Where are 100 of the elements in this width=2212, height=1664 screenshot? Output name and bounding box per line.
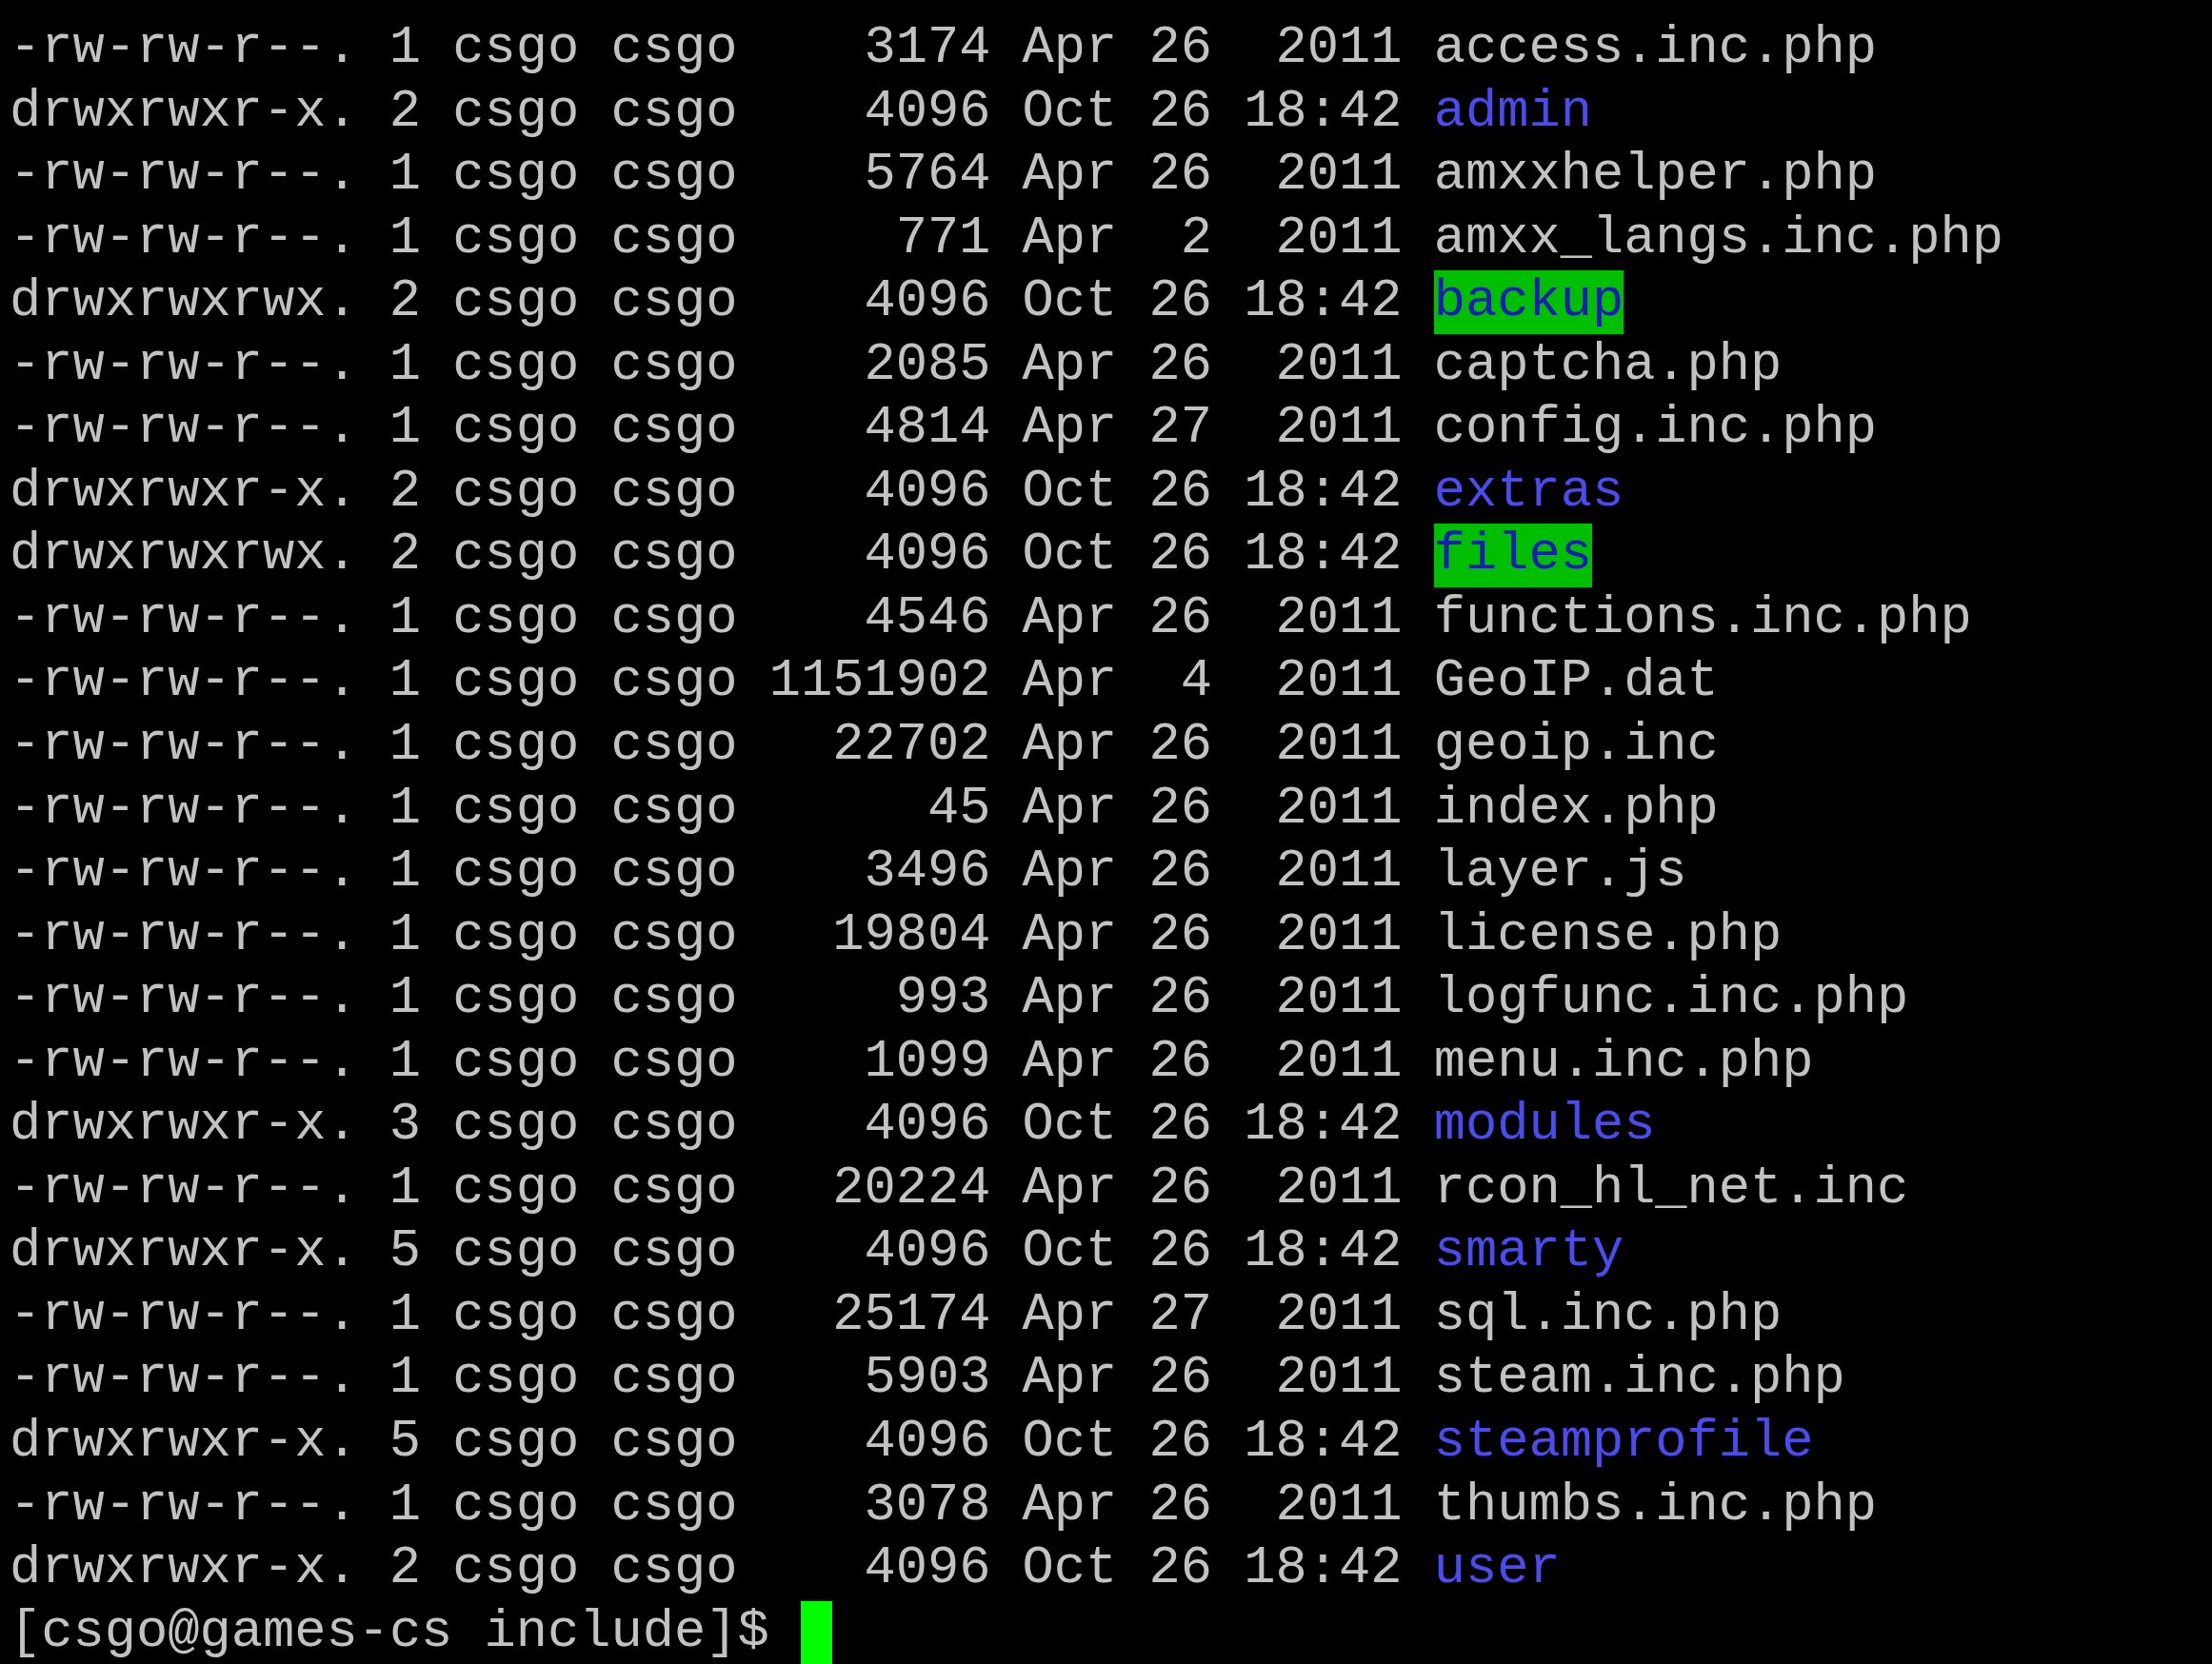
owner: csgo	[452, 270, 580, 334]
day: 26	[1148, 524, 1213, 587]
file-name: GeoIP.dat	[1433, 650, 1719, 714]
group: csgo	[610, 1157, 738, 1221]
group: csgo	[610, 586, 738, 651]
month: Oct	[1022, 1220, 1118, 1284]
permissions: -rw-rw-r--.	[10, 903, 358, 967]
owner: csgo	[452, 1220, 580, 1284]
link-count: 1	[389, 333, 422, 397]
day: 26	[1148, 1220, 1213, 1284]
directory-name: modules	[1433, 1094, 1656, 1158]
time-or-year: 2011	[1275, 903, 1403, 967]
permissions: drwxrwxr-x.	[10, 460, 358, 524]
day: 26	[1148, 1411, 1213, 1475]
directory-name: backup	[1433, 270, 1624, 334]
month: Apr	[1022, 903, 1118, 967]
file-size: 20224	[832, 1157, 991, 1220]
time-or-year: 2011	[1275, 333, 1403, 397]
group: csgo	[610, 1220, 738, 1284]
file-name: amxx_langs.inc.php	[1433, 207, 2003, 270]
link-count: 1	[389, 207, 422, 270]
shell-prompt: [csgo@games-cs include]$	[10, 1600, 769, 1664]
link-count: 3	[389, 1094, 422, 1158]
permissions: drwxrwxr-x.	[10, 80, 358, 144]
permissions: -rw-rw-r--.	[10, 586, 358, 650]
owner: csgo	[452, 777, 580, 841]
owner: csgo	[452, 1537, 580, 1601]
group: csgo	[610, 841, 738, 904]
cursor-icon	[801, 1600, 833, 1664]
permissions: -rw-rw-r--.	[10, 841, 358, 904]
month: Apr	[1022, 1157, 1118, 1220]
month: Apr	[1022, 841, 1118, 904]
link-count: 5	[389, 1411, 422, 1475]
owner: csgo	[452, 714, 580, 777]
day: 26	[1148, 714, 1213, 778]
time-or-year: 2011	[1275, 650, 1403, 714]
file-size: 19804	[832, 903, 991, 967]
group: csgo	[610, 1347, 738, 1412]
group: csgo	[610, 967, 738, 1031]
time-or-year: 2011	[1275, 144, 1403, 208]
permissions: -rw-rw-r--.	[10, 1474, 358, 1537]
permissions: -rw-rw-r--.	[10, 207, 358, 270]
owner: csgo	[452, 1411, 580, 1475]
directory-name: user	[1433, 1537, 1561, 1601]
month: Apr	[1022, 333, 1118, 397]
owner: csgo	[452, 586, 580, 650]
file-name: geoip.inc	[1433, 714, 1719, 777]
day: 26	[1148, 586, 1213, 651]
owner: csgo	[452, 144, 580, 208]
owner: csgo	[452, 1094, 580, 1158]
time-or-year: 2011	[1275, 586, 1403, 650]
day: 2	[1180, 207, 1213, 271]
group: csgo	[610, 714, 738, 778]
file-size: 3078	[864, 1474, 991, 1537]
file-name: amxxhelper.php	[1433, 144, 1878, 208]
file-name: logfunc.inc.php	[1433, 967, 1909, 1031]
time-or-year: 18:42	[1244, 1094, 1403, 1158]
link-count: 5	[389, 1220, 422, 1284]
link-count: 1	[389, 841, 422, 904]
group: csgo	[610, 650, 738, 714]
month: Apr	[1022, 1347, 1118, 1411]
month: Apr	[1022, 586, 1118, 650]
file-size: 4096	[864, 80, 991, 144]
month: Oct	[1022, 1411, 1118, 1475]
group: csgo	[610, 207, 738, 271]
file-size: 1151902	[768, 650, 991, 714]
owner: csgo	[452, 460, 580, 524]
file-size: 5903	[864, 1347, 991, 1411]
group: csgo	[610, 1283, 738, 1348]
month: Oct	[1022, 524, 1118, 587]
file-name: functions.inc.php	[1433, 586, 1972, 650]
day: 26	[1148, 1157, 1213, 1221]
file-size: 5764	[864, 144, 991, 208]
month: Oct	[1022, 270, 1118, 334]
link-count: 1	[389, 777, 422, 841]
file-name: license.php	[1433, 903, 1783, 967]
permissions: -rw-rw-r--.	[10, 1347, 358, 1411]
group: csgo	[610, 397, 738, 461]
file-size: 3496	[864, 841, 991, 904]
file-name: captcha.php	[1433, 333, 1783, 397]
link-count: 1	[389, 1283, 422, 1347]
owner: csgo	[452, 207, 580, 270]
link-count: 1	[389, 144, 422, 208]
link-count: 2	[389, 460, 422, 524]
day: 26	[1148, 333, 1213, 398]
file-name: thumbs.inc.php	[1433, 1474, 1878, 1537]
file-size: 25174	[832, 1283, 991, 1347]
permissions: -rw-rw-r--.	[10, 967, 358, 1031]
time-or-year: 2011	[1275, 1347, 1403, 1411]
time-or-year: 18:42	[1244, 1537, 1403, 1601]
link-count: 1	[389, 1347, 422, 1411]
link-count: 1	[389, 903, 422, 967]
month: Apr	[1022, 714, 1118, 777]
month: Oct	[1022, 80, 1118, 144]
owner: csgo	[452, 1030, 580, 1094]
owner: csgo	[452, 903, 580, 967]
day: 26	[1148, 903, 1213, 968]
owner: csgo	[452, 1474, 580, 1537]
day: 26	[1148, 1094, 1213, 1158]
day: 26	[1148, 841, 1213, 904]
